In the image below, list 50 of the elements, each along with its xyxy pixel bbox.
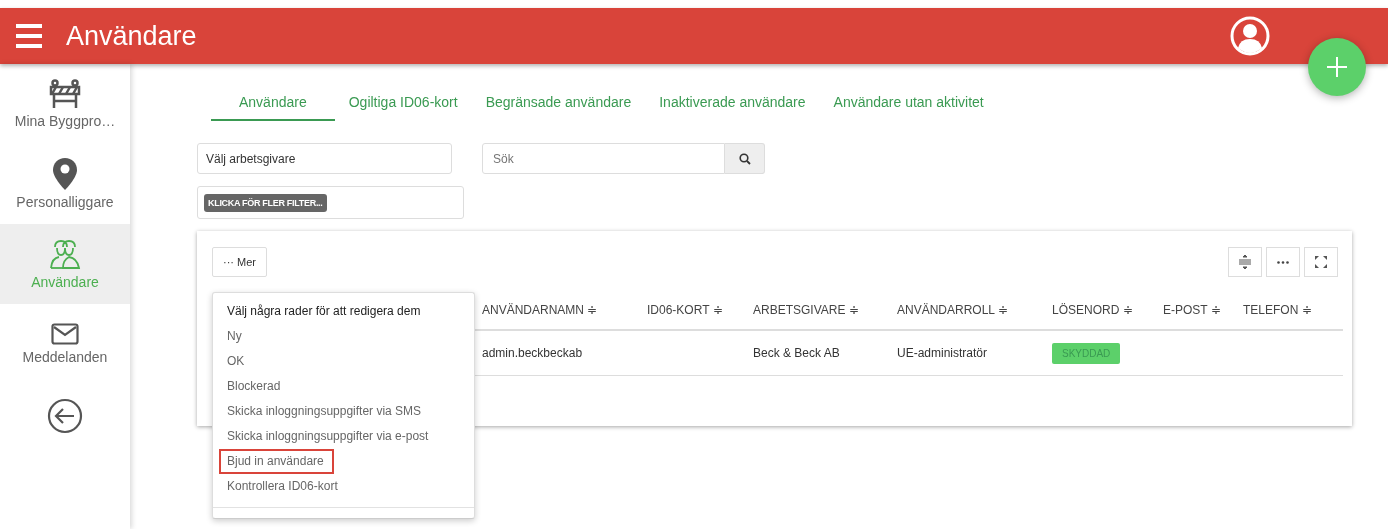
- user-avatar-icon[interactable]: [1230, 16, 1270, 56]
- menu-hint: Välj några rader för att redigera dem: [226, 303, 422, 320]
- tab[interactable]: Användare utan aktivitet: [819, 88, 998, 121]
- location-pin-icon: [53, 158, 77, 190]
- search-icon: [738, 152, 751, 165]
- add-button[interactable]: [1308, 38, 1366, 96]
- column-header[interactable]: TELEFON ≑: [1243, 291, 1343, 331]
- sidebar-label: Användare: [31, 274, 99, 290]
- menu-item[interactable]: OK: [219, 349, 247, 374]
- search-field[interactable]: Sök: [482, 143, 725, 174]
- ellipsis-icon: [1277, 260, 1289, 264]
- table-cell: admin.beckbeckab: [482, 331, 647, 376]
- sidebar-label: Mina Byggpro…: [14, 113, 116, 129]
- search-button[interactable]: [725, 143, 765, 174]
- tab[interactable]: Begränsade användare: [471, 88, 646, 121]
- employer-select[interactable]: Välj arbetsgivare: [197, 143, 452, 174]
- table-cell: Beck & Beck AB: [753, 331, 897, 376]
- filter-field[interactable]: KLICKA FÖR FLER FILTER...: [197, 186, 464, 219]
- barrier-icon: [48, 79, 82, 109]
- menu-icon[interactable]: [16, 24, 42, 48]
- sidebar-label: Meddelanden: [22, 349, 108, 365]
- sidebar-label: Personalliggare: [16, 194, 114, 210]
- fullscreen-button[interactable]: [1304, 247, 1338, 277]
- density-icon: [1239, 255, 1251, 269]
- column-header[interactable]: ARBETSGIVARE ≑: [753, 291, 897, 331]
- users-icon: [49, 238, 81, 270]
- tab[interactable]: Användare: [211, 88, 335, 121]
- menu-item[interactable]: Skicka inloggningsuppgifter via SMS: [219, 399, 424, 424]
- menu-item[interactable]: Ny: [219, 324, 244, 349]
- column-header[interactable]: LÖSENORD ≑: [1052, 291, 1163, 331]
- sidebar-item[interactable]: Mina Byggpro…: [0, 64, 130, 144]
- column-header[interactable]: ANVÄNDARNAMN ≑: [482, 291, 647, 331]
- more-button[interactable]: ··· Mer: [212, 247, 267, 277]
- sidebar-item[interactable]: Meddelanden: [0, 304, 130, 384]
- envelope-icon: [51, 323, 79, 345]
- column-header[interactable]: E-POST ≑: [1163, 291, 1243, 331]
- plus-icon: [1325, 55, 1349, 79]
- sidebar-item[interactable]: Personalliggare: [0, 144, 130, 224]
- table-cell: UE-administratör: [897, 331, 1052, 376]
- column-header[interactable]: ID06-KORT ≑: [647, 291, 753, 331]
- menu-item[interactable]: Blockerad: [219, 374, 283, 399]
- menu-item[interactable]: Skicka inloggningsuppgifter via e-post: [219, 424, 431, 449]
- column-header[interactable]: ANVÄNDARROLL ≑: [897, 291, 1052, 331]
- page-title: Användare: [66, 20, 198, 52]
- tab[interactable]: Ogiltiga ID06-kort: [334, 88, 472, 121]
- more-filters-chip[interactable]: KLICKA FÖR FLER FILTER...: [204, 193, 327, 212]
- expand-icon: [1315, 256, 1327, 268]
- menu-item[interactable]: Bjud in användare: [219, 449, 334, 474]
- menu-item[interactable]: Kontrollera ID06-kort: [219, 474, 340, 499]
- tab[interactable]: Inaktiverade användare: [645, 88, 820, 121]
